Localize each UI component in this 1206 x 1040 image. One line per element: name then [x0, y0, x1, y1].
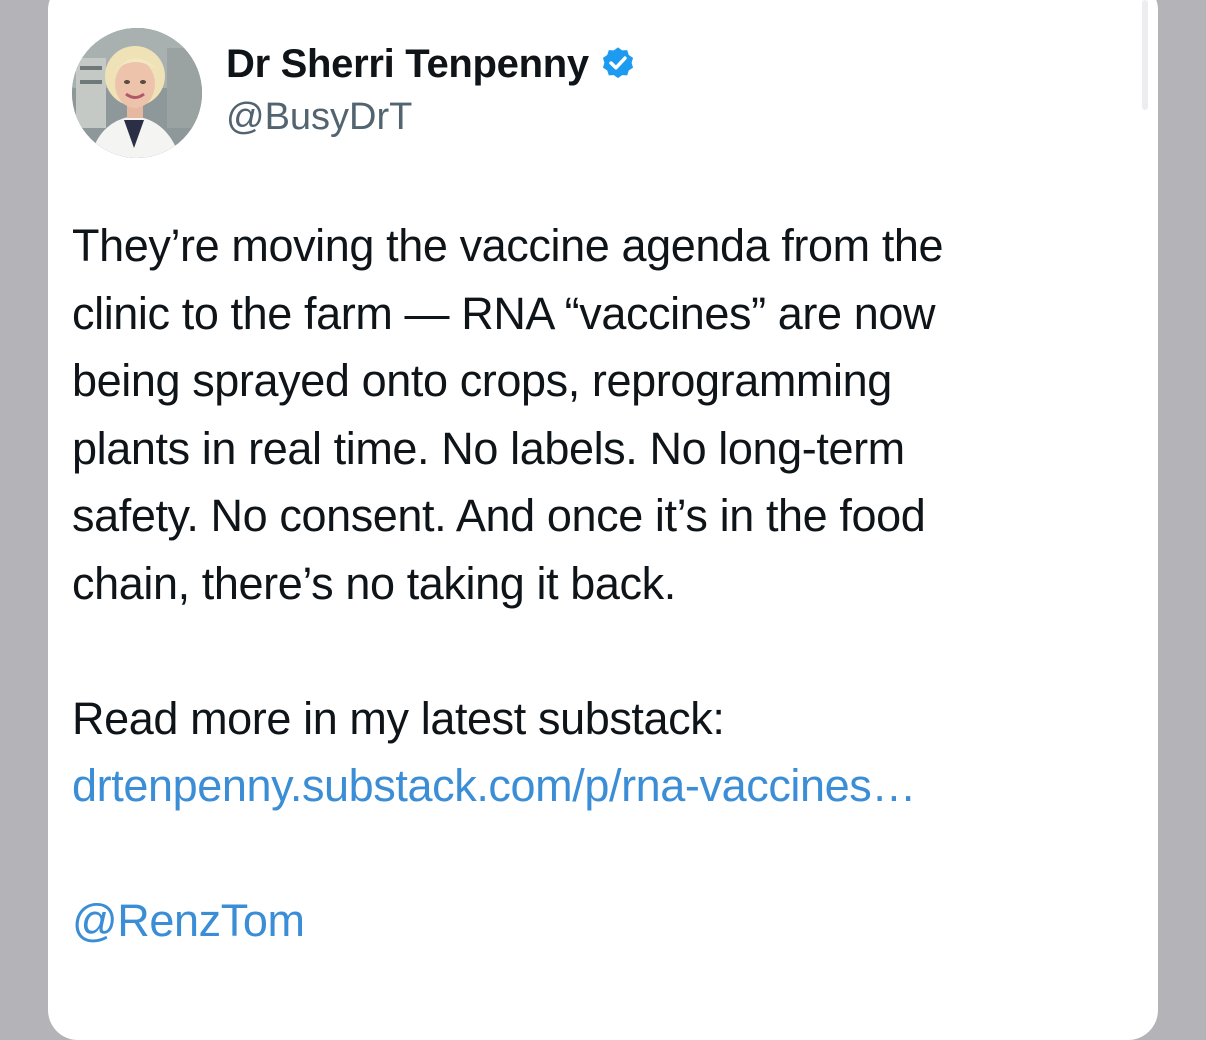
avatar[interactable]: [72, 28, 202, 158]
profile-photo: [72, 28, 202, 158]
tweet-header: Dr Sherri Tenpenny @BusyDrT: [72, 28, 637, 158]
name-row: Dr Sherri Tenpenny: [226, 42, 637, 86]
scrollbar[interactable]: [1142, 0, 1148, 110]
tweet-text-line: safety. No consent. And once it’s in the…: [72, 490, 926, 541]
verified-badge-icon[interactable]: [599, 45, 637, 83]
tweet-text-line: clinic to the farm — RNA “vaccines” are …: [72, 287, 936, 339]
tweet-text-line: being sprayed onto crops, reprogramming: [72, 355, 892, 406]
tweet-card: Dr Sherri Tenpenny @BusyDrT They’re movi…: [48, 0, 1158, 1040]
read-more-text: Read more in my latest substack:: [72, 692, 725, 744]
display-name[interactable]: Dr Sherri Tenpenny: [226, 42, 589, 87]
author-handle[interactable]: @BusyDrT: [226, 96, 637, 139]
tweet-text-line: chain, there’s no taking it back.: [72, 557, 676, 609]
tweet-text-line: They’re moving the vaccine agenda from t…: [72, 220, 944, 271]
mention-link[interactable]: @RenzTom: [72, 887, 1112, 955]
substack-link[interactable]: drtenpenny.substack.com/p/rna-vaccines…: [72, 752, 1112, 820]
tweet-text-line: plants in real time. No labels. No long-…: [72, 422, 905, 474]
author-names: Dr Sherri Tenpenny @BusyDrT: [226, 42, 637, 139]
tweet-text: They’re moving the vaccine agenda from t…: [72, 212, 1112, 955]
